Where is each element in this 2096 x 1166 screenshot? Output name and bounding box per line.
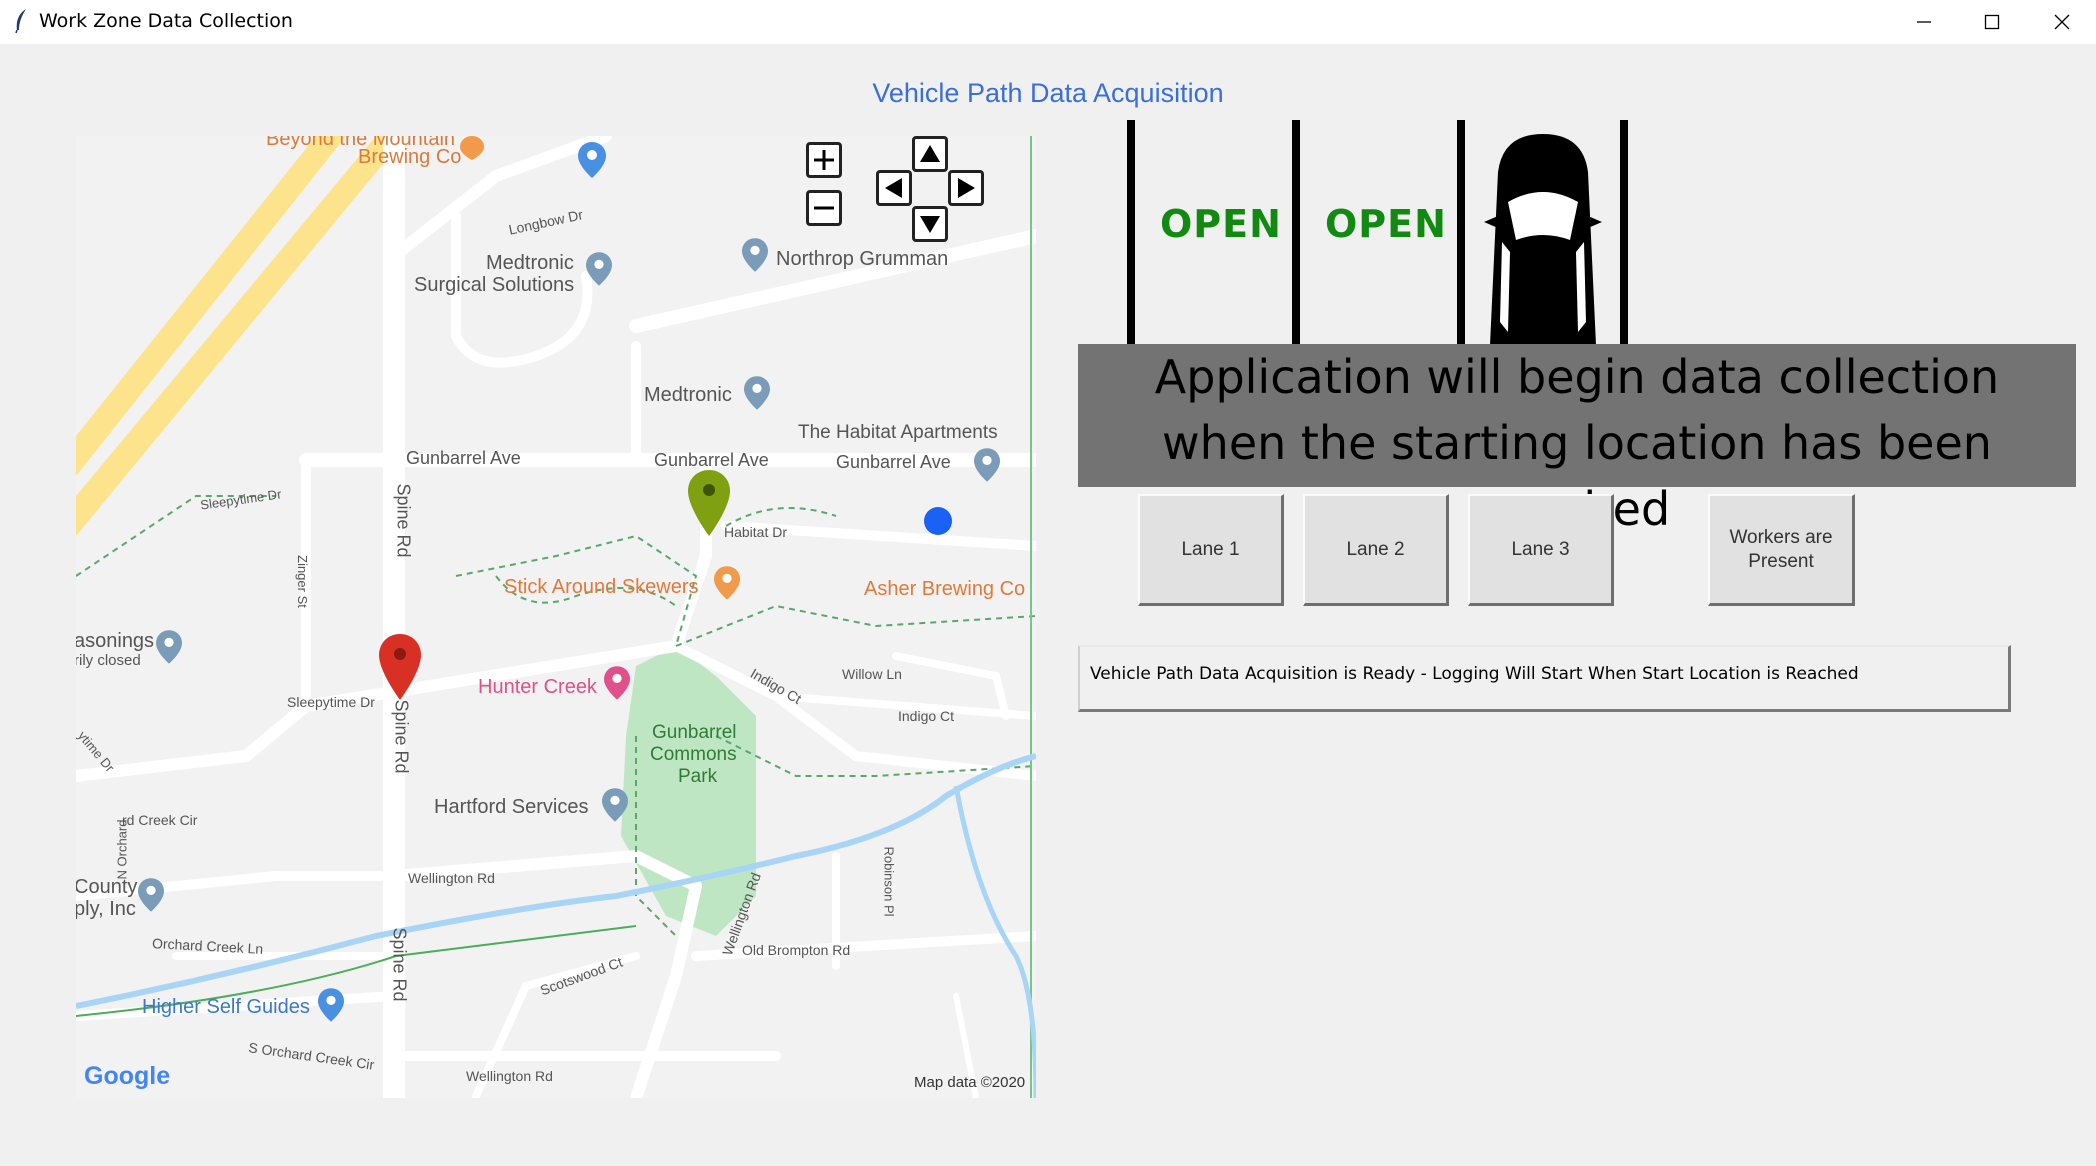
map-label: Robinson Pl: [881, 846, 897, 917]
map-label: Medtronic: [486, 252, 574, 274]
map-label: Old Brompton Rd: [742, 942, 851, 958]
google-logo: Google: [84, 1062, 171, 1090]
start-location-marker-icon[interactable]: [688, 470, 730, 536]
arrow-left-icon: [885, 178, 902, 198]
banner-line-1: Application will begin data collection: [1154, 350, 2000, 404]
maximize-button[interactable]: [1958, 0, 2026, 44]
map-label: Medtronic: [644, 384, 732, 406]
map-label: Willow Ln: [842, 666, 902, 682]
map-label: ply, Inc: [76, 898, 136, 920]
poi-pin-icon[interactable]: [578, 142, 606, 178]
status-message-box: Vehicle Path Data Acquisition is Ready -…: [1078, 645, 2011, 712]
maximize-icon: [1984, 14, 2000, 30]
map-label: Zinger St: [294, 555, 310, 608]
poi-pin-icon[interactable]: [744, 376, 770, 410]
arrow-down-icon: [920, 216, 940, 233]
plus-icon: [814, 150, 834, 170]
poi-pin-icon[interactable]: [138, 878, 164, 912]
poi-pin-icon[interactable]: [602, 788, 628, 822]
map-attribution: Map data ©2020: [914, 1074, 1026, 1091]
lane-3-button[interactable]: Lane 3: [1468, 494, 1614, 606]
pan-left-button[interactable]: [876, 170, 912, 206]
hotel-pin-icon[interactable]: [604, 666, 630, 700]
window-title: Work Zone Data Collection: [39, 10, 293, 32]
map-label: rd Creek Cir: [122, 812, 198, 828]
pan-up-button[interactable]: [912, 136, 948, 172]
workers-label-line-2: Present: [1748, 550, 1814, 572]
poi-pin-icon[interactable]: [742, 238, 768, 272]
restaurant-pin-icon[interactable]: [714, 566, 740, 600]
map-label: Wellington Rd: [408, 870, 495, 886]
vehicle-position-dot: [924, 507, 952, 535]
map-label: Hunter Creek: [478, 676, 597, 698]
vehicle-icon: [1484, 134, 1602, 345]
minimize-icon: [1917, 21, 1931, 23]
lane-divider: [1292, 120, 1300, 345]
map-label: Spine Rd: [389, 927, 410, 1002]
arrow-right-icon: [958, 178, 975, 198]
map-label: Spine Rd: [391, 699, 412, 774]
pan-right-button[interactable]: [948, 170, 984, 206]
map-label: Commons: [650, 744, 737, 765]
zoom-out-button[interactable]: [806, 190, 842, 226]
map-label: Gunbarrel: [652, 722, 737, 743]
title-bar: Work Zone Data Collection: [0, 0, 2096, 44]
map-label: Brewing Co: [358, 146, 462, 168]
food-pin-icon[interactable]: [460, 136, 484, 160]
map-label: Indigo Ct: [898, 708, 955, 724]
map-label: Stick Around Skewers: [504, 576, 699, 598]
lane-status-graphic: OPEN OPEN: [1080, 120, 2080, 345]
lane-divider: [1127, 120, 1135, 345]
map-label: Spine Rd: [393, 483, 414, 558]
lane-1-button[interactable]: Lane 1: [1138, 494, 1284, 606]
lane-3-label: Lane 3: [1511, 538, 1570, 560]
status-banner: Application will begin data collection w…: [1078, 344, 2076, 536]
map-label: Gunbarrel Ave: [836, 452, 951, 472]
workers-label-line-1: Workers are: [1729, 526, 1833, 548]
map-label: Hartford Services: [434, 796, 589, 818]
map-label: Gunbarrel Ave: [654, 450, 769, 470]
map-label: Surgical Solutions: [414, 274, 575, 296]
lane-divider: [1620, 120, 1628, 345]
minimize-button[interactable]: [1890, 0, 1958, 44]
lane1-status: OPEN: [1160, 202, 1282, 246]
map-label: County: [76, 876, 138, 898]
map-label: rily closed: [76, 652, 141, 669]
poi-pin-icon[interactable]: [586, 252, 612, 286]
lane2-status: OPEN: [1325, 202, 1447, 246]
map-label: asonings: [76, 630, 155, 652]
minus-icon: [814, 206, 834, 210]
feather-icon: [15, 9, 26, 34]
map-label: Habitat Dr: [724, 524, 788, 540]
map-label: N Orchard: [114, 819, 130, 880]
poi-pin-icon[interactable]: [974, 448, 1000, 482]
close-button[interactable]: [2028, 0, 2096, 44]
poi-pin-icon[interactable]: [156, 630, 182, 664]
map-view[interactable]: Beyond the Mountain Brewing Co Longbow D…: [76, 136, 1036, 1098]
close-icon: [2054, 14, 2070, 30]
page-title: Vehicle Path Data Acquisition: [872, 78, 1224, 108]
lane-1-label: Lane 1: [1181, 538, 1240, 560]
map-label: Asher Brewing Co: [864, 578, 1026, 600]
map-label: Park: [678, 766, 718, 787]
shop-pin-icon[interactable]: [318, 988, 344, 1022]
lane-2-label: Lane 2: [1346, 538, 1405, 560]
zoom-in-button[interactable]: [806, 142, 842, 178]
workers-present-button[interactable]: Workers are Present: [1708, 494, 1855, 606]
map-label: Wellington Rd: [466, 1068, 553, 1084]
lane-2-button[interactable]: Lane 2: [1303, 494, 1449, 606]
map-label: The Habitat Apartments: [798, 422, 998, 443]
map-label: Northrop Grumman: [776, 248, 949, 270]
arrow-up-icon: [920, 145, 940, 162]
map-label: Higher Self Guides: [142, 996, 310, 1018]
map-label: Gunbarrel Ave: [406, 448, 521, 468]
status-message: Vehicle Path Data Acquisition is Ready -…: [1090, 664, 1859, 684]
pan-down-button[interactable]: [912, 206, 948, 242]
lane-divider: [1457, 120, 1465, 345]
end-location-marker-icon[interactable]: [379, 634, 421, 700]
map-label: Sleepytime Dr: [287, 694, 375, 710]
